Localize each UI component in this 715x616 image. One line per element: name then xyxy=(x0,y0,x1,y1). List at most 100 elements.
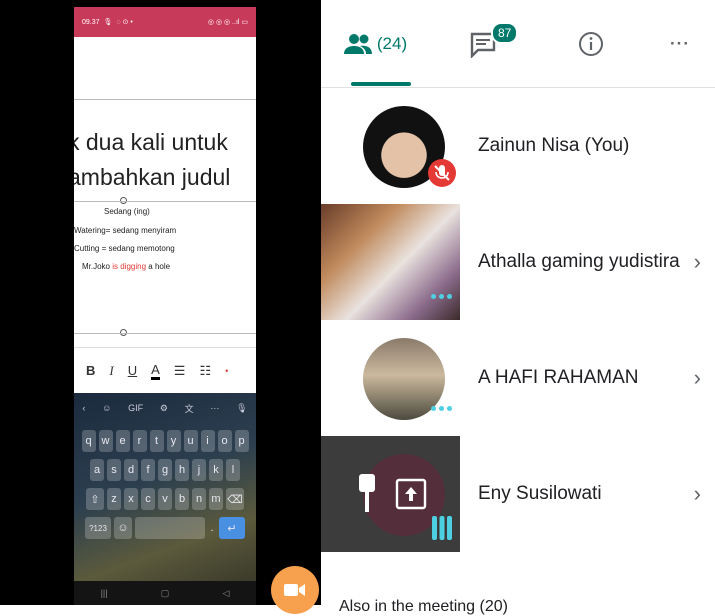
gif-button[interactable]: GIF xyxy=(128,403,143,413)
present-screen-icon xyxy=(395,478,427,510)
slide-item-3: Mr.Joko is digging a hole xyxy=(82,262,170,271)
key-p[interactable]: p xyxy=(234,430,249,452)
chevron-right-icon[interactable]: › xyxy=(694,481,701,507)
numbered-list-icon[interactable]: ☷ xyxy=(199,363,211,379)
participant-thumbnail xyxy=(321,88,460,204)
phone-screen: 09.37 🎙 ◌ ⊙ • ◎ ◎ ◎ ..ıl ▭ k dua kali un… xyxy=(74,7,256,605)
backspace-key[interactable]: ⌫ xyxy=(226,488,244,510)
translate-icon[interactable]: 文 xyxy=(185,402,194,415)
slide-item-2: Cutting = sedang memotong xyxy=(74,244,175,253)
bullet-list-icon[interactable]: ☰ xyxy=(174,363,186,379)
key-f[interactable]: f xyxy=(141,459,155,481)
space-key[interactable] xyxy=(135,517,205,539)
slide-title-line-1: k dua kali untuk xyxy=(74,129,228,155)
key-z[interactable]: z xyxy=(107,488,121,510)
key-row-4: ?123 ☺ . ↵ xyxy=(74,517,256,539)
pin-icon[interactable] xyxy=(355,472,379,516)
participant-row[interactable]: A HAFI RAHAMAN › xyxy=(321,320,715,436)
symbols-key[interactable]: ?123 xyxy=(85,517,111,539)
key-c[interactable]: c xyxy=(141,488,155,510)
key-l[interactable]: l xyxy=(226,459,240,481)
sticker-icon[interactable]: ☺ xyxy=(102,403,111,413)
key-s[interactable]: s xyxy=(107,459,121,481)
chevron-right-icon[interactable]: › xyxy=(694,249,701,275)
key-b[interactable]: b xyxy=(175,488,189,510)
key-e[interactable]: e xyxy=(115,430,130,452)
key-j[interactable]: j xyxy=(192,459,206,481)
participant-name: Eny Susilowati xyxy=(478,483,602,504)
key-h[interactable]: h xyxy=(175,459,189,481)
italic-button[interactable]: I xyxy=(109,363,113,379)
phone-recording: 09.37 🎙 ◌ ⊙ • ◎ ◎ ◎ ..ıl ▭ k dua kali un… xyxy=(0,0,321,605)
key-a[interactable]: a xyxy=(90,459,104,481)
info-icon xyxy=(579,31,603,56)
onscreen-keyboard: ‹ ☺ GIF ⚙ 文 ··· 🎙 qwertyuiop asdfghjkl ⇧… xyxy=(74,393,256,581)
slide-item-3-highlight: is digging xyxy=(112,262,147,271)
home-icon[interactable]: ▢ xyxy=(161,588,170,599)
people-icon xyxy=(343,33,372,54)
recents-icon[interactable]: ||| xyxy=(101,588,108,598)
underline-button[interactable]: U xyxy=(128,363,137,378)
text-color-button[interactable]: A xyxy=(151,362,160,380)
more-options-button[interactable]: ··· xyxy=(645,0,715,88)
key-y[interactable]: y xyxy=(166,430,181,452)
more-dot-icon[interactable]: • xyxy=(225,366,228,376)
chat-unread-badge: 87 xyxy=(491,21,519,44)
key-r[interactable]: r xyxy=(132,430,147,452)
also-in-meeting-label: Also in the meeting (20) xyxy=(339,598,508,615)
key-w[interactable]: w xyxy=(98,430,113,452)
participant-name: Zainun Nisa (You) xyxy=(478,135,630,156)
camera-fab-button[interactable] xyxy=(271,566,319,614)
enter-key[interactable]: ↵ xyxy=(219,517,245,539)
key-t[interactable]: t xyxy=(149,430,164,452)
key-g[interactable]: g xyxy=(158,459,172,481)
chevron-right-icon[interactable]: › xyxy=(694,365,701,391)
slide-document[interactable]: k dua kali untuk ambahkan judul Sedang (… xyxy=(74,37,256,347)
participant-row[interactable]: Eny Susilowati › xyxy=(321,436,715,552)
meet-participants-panel: (24) 87 ··· Zainun Nisa (You) Athalla ga… xyxy=(321,0,715,615)
key-k[interactable]: k xyxy=(209,459,223,481)
audio-level-icon xyxy=(431,294,452,299)
key-n[interactable]: n xyxy=(192,488,206,510)
mic-off-icon xyxy=(428,159,456,187)
tab-chat[interactable]: 87 xyxy=(429,0,537,88)
emoji-key[interactable]: ☺ xyxy=(114,517,132,539)
signal-battery-icons: ◎ ◎ ◎ ..ıl ▭ xyxy=(207,19,248,26)
key-o[interactable]: o xyxy=(217,430,232,452)
key-x[interactable]: x xyxy=(124,488,138,510)
more-icon[interactable]: ··· xyxy=(210,403,219,413)
bold-button[interactable]: B xyxy=(86,363,95,378)
key-q[interactable]: q xyxy=(81,430,96,452)
key-row-3: ⇧ zxcvbnm ⌫ xyxy=(74,488,256,510)
key-i[interactable]: i xyxy=(200,430,215,452)
key-m[interactable]: m xyxy=(209,488,223,510)
notification-icons: ◌ ⊙ • xyxy=(116,19,133,26)
back-nav-icon[interactable]: ◁ xyxy=(222,588,229,599)
tab-info[interactable] xyxy=(537,0,645,88)
key-v[interactable]: v xyxy=(158,488,172,510)
slide-item-1: Watering= sedang menyiram xyxy=(74,226,177,235)
panel-tabs: (24) 87 ··· xyxy=(321,0,715,88)
slide-title-line-2: ambahkan judul xyxy=(74,164,231,190)
period-key[interactable]: . xyxy=(208,517,216,539)
android-nav-bar: ||| ▢ ◁ xyxy=(74,581,256,605)
key-d[interactable]: d xyxy=(124,459,138,481)
audio-bars-icon xyxy=(432,516,452,540)
slide-item-3-part-c: a hole xyxy=(146,262,171,271)
participants-count: (24) xyxy=(376,33,408,53)
back-icon[interactable]: ‹ xyxy=(82,403,85,413)
more-horiz-icon: ··· xyxy=(670,33,690,53)
mic-icon: 🎙 xyxy=(103,19,113,26)
tab-people[interactable]: (24) xyxy=(321,0,429,88)
status-time: 09.37 xyxy=(82,18,100,26)
participant-row[interactable]: Athalla gaming yudistira › xyxy=(321,204,715,320)
slide-subtitle: Sedang (ing) xyxy=(104,207,150,216)
formatting-toolbar: B I U A ☰ ☷ • xyxy=(74,347,256,393)
also-in-meeting-section: Also in the meeting (20) xyxy=(321,570,715,615)
key-u[interactable]: u xyxy=(183,430,198,452)
settings-icon[interactable]: ⚙ xyxy=(160,403,168,414)
voice-icon[interactable]: 🎙 xyxy=(236,403,247,414)
participant-row[interactable]: Zainun Nisa (You) xyxy=(321,88,715,204)
key-row-2: asdfghjkl xyxy=(74,459,256,481)
shift-key[interactable]: ⇧ xyxy=(86,488,104,510)
